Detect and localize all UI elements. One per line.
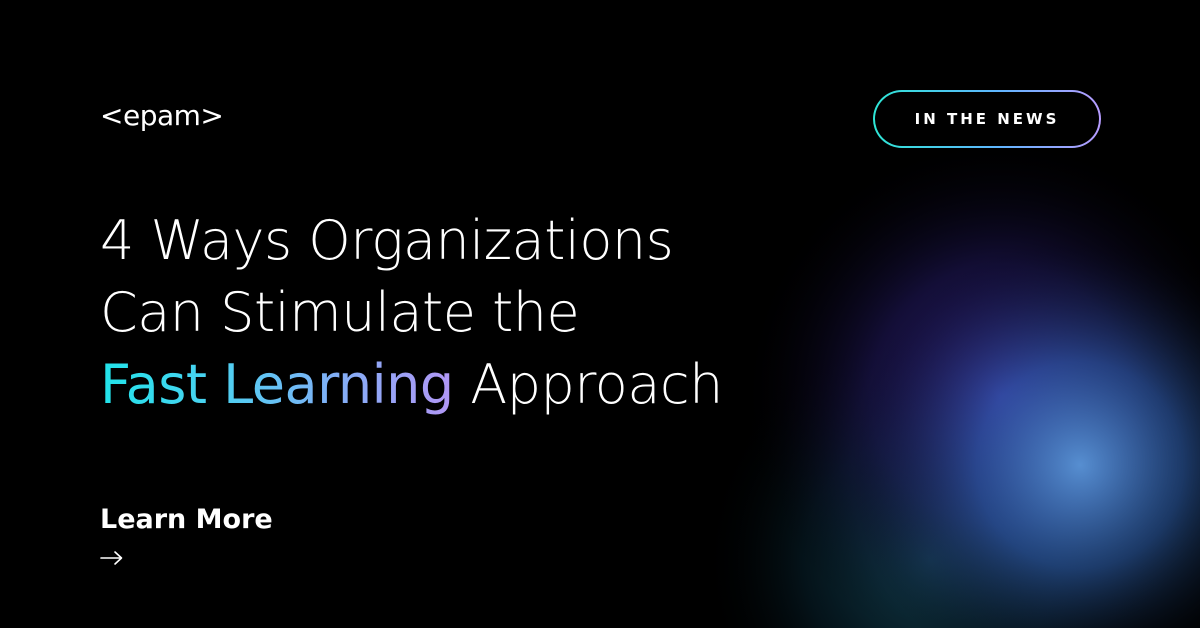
headline-line-1: 4 Ways Organizations [100,209,674,272]
arrow-right-icon [100,551,123,565]
headline: 4 Ways Organizations Can Stimulate the F… [100,205,723,421]
epam-logo[interactable]: <epam> [100,98,224,134]
learn-more-link[interactable]: Learn More [100,500,273,566]
headline-line-2: Can Stimulate the [100,281,580,344]
headline-line-3: Fast Learning Approach [100,349,723,421]
in-the-news-badge: IN THE NEWS [873,90,1101,148]
badge-label: IN THE NEWS [914,110,1060,128]
badge-inner: IN THE NEWS [875,92,1099,146]
learn-more-label: Learn More [100,504,273,535]
news-banner: <epam> IN THE NEWS 4 Ways Organizations … [0,0,1200,628]
headline-line-3-rest: Approach [453,353,723,416]
headline-highlight: Fast Learning [100,353,454,416]
